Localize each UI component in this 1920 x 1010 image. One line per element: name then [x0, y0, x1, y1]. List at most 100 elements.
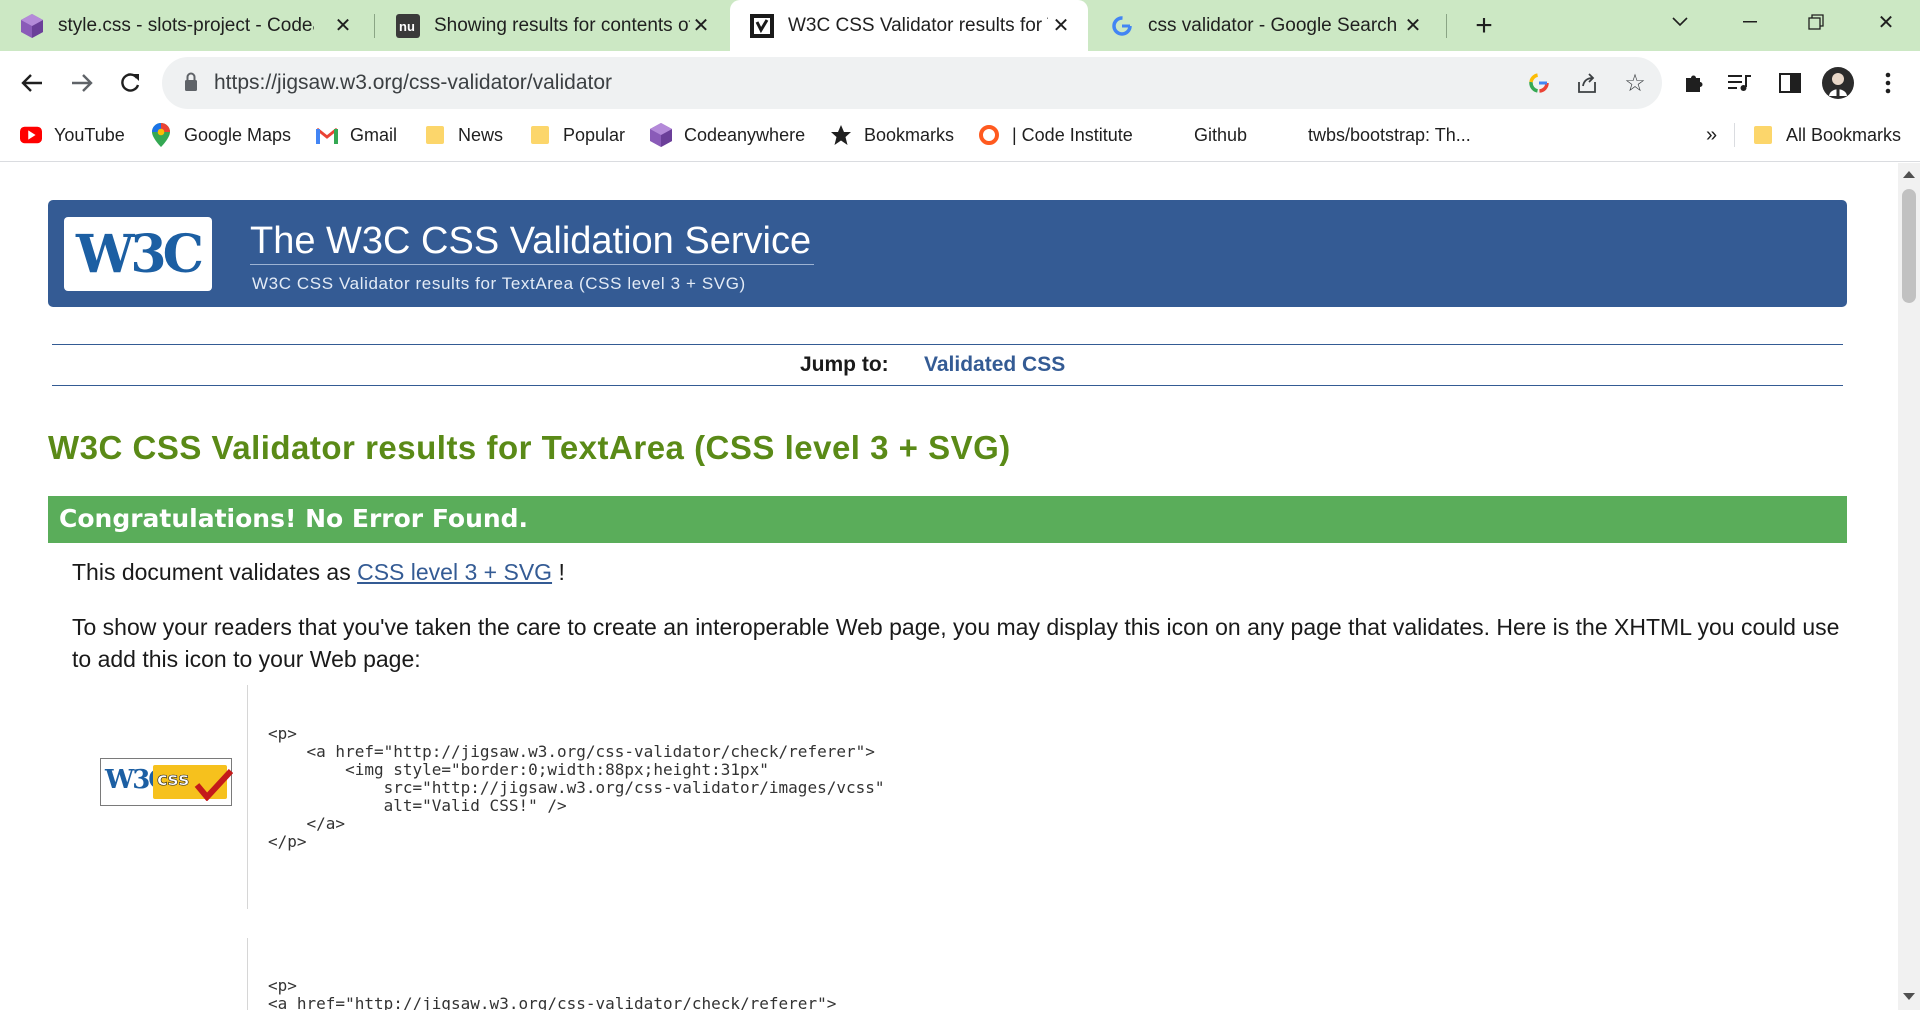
bookmark-bootstrap[interactable]: twbs/bootstrap: Th...: [1308, 115, 1471, 155]
bookmarks-bar: YouTube Google Maps Gmail News Popular C…: [0, 115, 1920, 162]
w3c-banner: W3C The W3C CSS Validation Service W3C C…: [48, 200, 1847, 307]
youtube-icon: [20, 124, 42, 146]
profile-avatar[interactable]: [1820, 65, 1856, 101]
code-snippet[interactable]: <p> <a href="http://jigsaw.w3.org/css-va…: [268, 725, 885, 851]
w3c-logo[interactable]: W3C: [64, 217, 212, 291]
bookmark-code-institute[interactable]: | Code Institute: [978, 115, 1133, 155]
back-arrow-icon[interactable]: [12, 63, 52, 103]
tab-nu-validator[interactable]: nu Showing results for contents of text …: [376, 0, 728, 51]
forward-arrow-icon[interactable]: [62, 63, 102, 103]
code-snippet[interactable]: <p> <a href="http://jigsaw.w3.org/css-va…: [268, 977, 836, 1010]
bookmark-popular[interactable]: Popular: [529, 115, 625, 155]
share-icon[interactable]: [1572, 68, 1602, 98]
codeanywhere-cube-icon: [20, 13, 44, 38]
bookmarks-overflow-chevron[interactable]: »: [1706, 115, 1717, 155]
bookmark-label: twbs/bootstrap: Th...: [1308, 124, 1471, 145]
google-maps-pin-icon: [150, 123, 172, 147]
bookmark-label: Bookmarks: [864, 124, 955, 145]
banner-divider: [250, 264, 814, 265]
banner-title: The W3C CSS Validation Service: [250, 220, 812, 262]
tab-title: Showing results for contents of text inp…: [434, 14, 690, 36]
tab-w3c-validator[interactable]: W3C CSS Validator results for TextArea ✕: [730, 0, 1088, 51]
validates-suffix: !: [558, 559, 565, 585]
success-message: Congratulations! No Error Found.: [59, 504, 529, 533]
badge-css-text: css: [157, 769, 190, 791]
close-tab-icon[interactable]: ✕: [1048, 12, 1074, 38]
close-tab-icon[interactable]: ✕: [330, 12, 356, 38]
tab-separator: [1446, 14, 1447, 38]
scroll-up-arrow[interactable]: [1903, 171, 1915, 178]
bookmark-star-icon[interactable]: ☆: [1620, 68, 1650, 98]
w3c-favicon-icon: [750, 13, 774, 38]
bookmark-separator: [1734, 123, 1735, 147]
bookmark-label: | Code Institute: [1012, 124, 1133, 145]
scroll-down-arrow[interactable]: [1903, 993, 1915, 1000]
tab-google-search[interactable]: css validator - Google Search ✕: [1090, 0, 1440, 51]
more-menu-icon[interactable]: [1870, 65, 1906, 101]
bookmark-label: YouTube: [54, 124, 125, 145]
bookmark-label: News: [458, 124, 504, 145]
side-panel-icon[interactable]: [1772, 65, 1808, 101]
bookmark-label: Github: [1194, 124, 1248, 145]
bookmark-label: Gmail: [350, 124, 398, 145]
address-bar[interactable]: https://jigsaw.w3.org/css-validator/vali…: [162, 57, 1662, 109]
close-tab-icon[interactable]: ✕: [1400, 12, 1426, 38]
bookmark-codeanywhere[interactable]: Codeanywhere: [650, 115, 805, 155]
restore-button[interactable]: [1786, 0, 1846, 44]
tab-separator: [374, 14, 375, 38]
close-tab-icon[interactable]: ✕: [688, 12, 714, 38]
url-text[interactable]: https://jigsaw.w3.org/css-validator/vali…: [214, 57, 612, 109]
validated-css-link[interactable]: Validated CSS: [924, 353, 1065, 377]
code-institute-ring-icon: [978, 124, 1000, 146]
bookmark-gmail[interactable]: Gmail: [316, 115, 397, 155]
scrollbar-thumb[interactable]: [1902, 189, 1916, 303]
checkmark-icon: [194, 769, 233, 801]
svg-text:nu: nu: [399, 19, 415, 34]
close-window-button[interactable]: ✕: [1856, 0, 1916, 44]
folder-icon: [1752, 124, 1774, 146]
lock-icon: [185, 72, 197, 91]
success-banner: Congratulations! No Error Found.: [48, 496, 1847, 543]
code-block-border: [247, 938, 248, 1010]
results-heading: W3C CSS Validator results for TextArea (…: [48, 429, 1011, 466]
css-level-link[interactable]: CSS level 3 + SVG: [357, 559, 552, 585]
bookmark-youtube[interactable]: YouTube: [20, 115, 125, 155]
display-icon-paragraph: To show your readers that you've taken t…: [72, 614, 1840, 672]
google-lens-icon[interactable]: [1524, 68, 1554, 98]
bookmark-news[interactable]: News: [424, 115, 503, 155]
nu-validator-icon: nu: [396, 13, 420, 38]
code-block-border: [247, 685, 248, 909]
new-tab-button[interactable]: +: [1466, 8, 1502, 44]
tab-strip: style.css - slots-project - Codeanywhere…: [0, 0, 1920, 51]
overflow-label: »: [1706, 123, 1718, 146]
bookmark-github[interactable]: Github: [1194, 115, 1247, 155]
bookmark-bookmarks[interactable]: Bookmarks: [830, 115, 954, 155]
bookmark-all-bookmarks[interactable]: All Bookmarks: [1752, 115, 1901, 155]
codeanywhere-cube-icon: [650, 123, 672, 147]
google-g-icon: [1110, 14, 1134, 38]
tab-codeanywhere[interactable]: style.css - slots-project - Codeanywhere…: [0, 0, 370, 51]
validates-prefix: This document validates as: [72, 559, 351, 585]
folder-icon: [424, 124, 446, 146]
folder-icon: [529, 124, 551, 146]
valid-css-badge[interactable]: W3C css: [100, 758, 233, 806]
tab-title: W3C CSS Validator results for TextArea: [788, 14, 1048, 36]
bookmark-google-maps[interactable]: Google Maps: [150, 115, 291, 155]
tab-search-chevron-icon[interactable]: [1650, 0, 1710, 44]
banner-subtitle: W3C CSS Validator results for TextArea (…: [252, 274, 746, 293]
tab-title: style.css - slots-project - Codeanywhere: [58, 14, 314, 36]
validates-paragraph: This document validates as CSS level 3 +…: [72, 559, 565, 586]
star-icon: [830, 124, 852, 146]
bookmark-label: Google Maps: [184, 124, 292, 145]
extensions-puzzle-icon[interactable]: [1676, 65, 1712, 101]
vertical-scrollbar[interactable]: [1898, 163, 1920, 1010]
tab-title: css validator - Google Search: [1148, 14, 1398, 36]
bookmark-label: Codeanywhere: [684, 124, 806, 145]
media-queue-icon[interactable]: [1722, 65, 1758, 101]
gmail-icon: [316, 124, 338, 146]
jump-to-label: Jump to:: [800, 353, 889, 376]
bookmark-label: Popular: [563, 124, 626, 145]
jump-to-nav: Jump to: Validated CSS: [52, 344, 1843, 386]
minimize-button[interactable]: [1720, 0, 1780, 44]
reload-icon[interactable]: [110, 63, 150, 103]
